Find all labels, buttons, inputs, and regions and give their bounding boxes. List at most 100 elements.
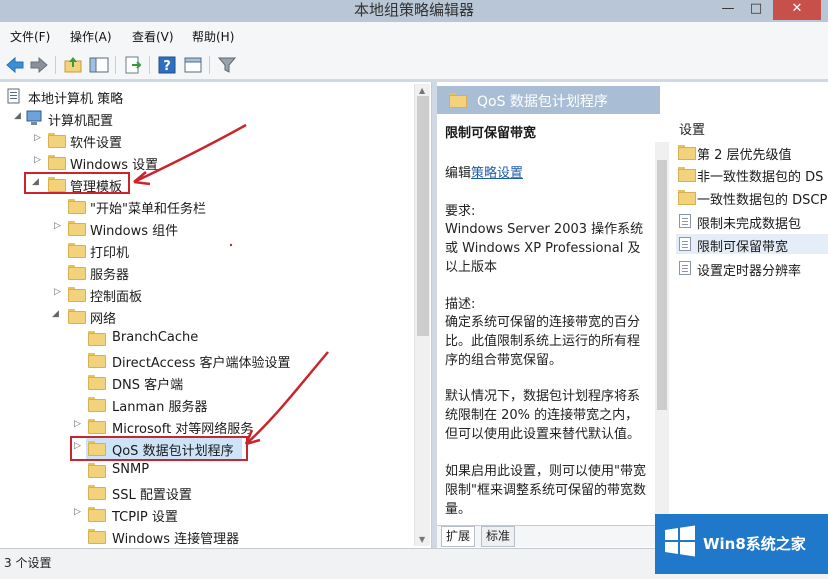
setting-item-label: 设置定时器分辨率 bbox=[697, 264, 802, 278]
expand-arrow-icon[interactable]: ▷ bbox=[34, 155, 44, 165]
setting-item[interactable]: 限制未完成数据包 bbox=[676, 211, 828, 231]
detail-header: QoS 数据包计划程序 bbox=[437, 86, 660, 114]
tree-node-label: 计算机配置 bbox=[48, 114, 114, 129]
setting-item-label: 限制可保留带宽 bbox=[697, 240, 789, 254]
tree-node-label: Microsoft 对等网络服务 bbox=[112, 422, 254, 437]
windows-logo-icon bbox=[665, 525, 695, 557]
tree-node-windows-settings[interactable]: ▷ Windows 设置 bbox=[4, 152, 304, 173]
requirements-text: 以上版本 bbox=[445, 260, 498, 275]
tree-node-branchcache[interactable]: BranchCache bbox=[4, 328, 334, 348]
description-text: 量。 bbox=[445, 502, 472, 517]
toolbar-separator bbox=[115, 56, 116, 74]
tree-node-label: Windows 设置 bbox=[70, 158, 159, 173]
maximize-button[interactable]: □ bbox=[743, 0, 769, 20]
tree-node-label: 服务器 bbox=[90, 268, 130, 283]
tree-node-snmp[interactable]: SNMP bbox=[4, 460, 334, 480]
up-folder-icon[interactable] bbox=[63, 55, 83, 75]
policy-icon bbox=[679, 237, 691, 251]
menu-action[interactable]: 操作(A) bbox=[70, 28, 112, 45]
tree-node-lanman-server[interactable]: Lanman 服务器 bbox=[4, 394, 334, 415]
folder-icon bbox=[88, 353, 106, 368]
tree-node-computer-config[interactable]: ◢ 计算机配置 bbox=[4, 108, 304, 129]
expand-arrow-icon[interactable]: ▷ bbox=[54, 221, 64, 231]
computer-icon bbox=[26, 110, 42, 125]
menu-view[interactable]: 查看(V) bbox=[132, 28, 174, 45]
tree-node-label: DNS 客户端 bbox=[112, 378, 184, 393]
setting-title: 限制可保留带宽 bbox=[445, 126, 537, 141]
expand-arrow-icon[interactable]: ▷ bbox=[54, 287, 64, 297]
tree-node-ssl[interactable]: SSL 配置设置 bbox=[4, 482, 334, 503]
setting-item-label: 限制未完成数据包 bbox=[697, 217, 802, 231]
tree-node-network[interactable]: ◢ 网络 bbox=[4, 306, 304, 327]
tree-node-printers[interactable]: 打印机 bbox=[4, 240, 304, 261]
folder-icon bbox=[88, 419, 106, 434]
export-list-icon[interactable] bbox=[123, 55, 143, 75]
tree-node-tcpip[interactable]: ▷ TCPIP 设置 bbox=[4, 504, 334, 525]
annotation-highlight-box bbox=[70, 436, 248, 461]
minimize-button[interactable]: — bbox=[715, 0, 741, 20]
tree-node-start-menu[interactable]: "开始"菜单和任务栏 bbox=[4, 196, 304, 217]
tree-node-root[interactable]: 本地计算机 策略 bbox=[4, 86, 304, 107]
menu-help[interactable]: 帮助(H) bbox=[192, 28, 234, 45]
expand-arrow-icon[interactable]: ▷ bbox=[34, 133, 44, 143]
tab-extended[interactable]: 扩展 bbox=[441, 526, 476, 547]
close-button[interactable]: ✕ bbox=[773, 0, 821, 20]
folder-icon bbox=[88, 485, 106, 500]
scroll-thumb[interactable] bbox=[417, 96, 429, 336]
expand-arrow-icon[interactable]: ▷ bbox=[74, 507, 84, 517]
collapse-arrow-icon[interactable]: ◢ bbox=[14, 111, 24, 121]
tree-node-windows-components[interactable]: ▷ Windows 组件 bbox=[4, 218, 304, 239]
status-text: 3 个设置 bbox=[4, 556, 52, 570]
folder-icon bbox=[68, 287, 86, 302]
expand-arrow-icon[interactable]: ▷ bbox=[74, 419, 84, 429]
description-text: 序的组合带宽保留。 bbox=[445, 353, 563, 368]
folder-icon bbox=[678, 190, 696, 205]
setting-item-label: 一致性数据包的 DSCP bbox=[697, 193, 828, 207]
svg-text:?: ? bbox=[163, 59, 171, 74]
forward-arrow-icon[interactable] bbox=[29, 55, 49, 75]
tab-standard[interactable]: 标准 bbox=[481, 526, 516, 547]
folder-icon bbox=[678, 145, 696, 160]
filter-icon[interactable] bbox=[217, 55, 237, 75]
tree-node-label: 网络 bbox=[90, 312, 117, 327]
setting-item[interactable]: 设置定时器分辨率 bbox=[676, 258, 828, 278]
tree-node-dns-client[interactable]: DNS 客户端 bbox=[4, 372, 334, 393]
properties-icon[interactable] bbox=[183, 55, 203, 75]
tree-node-directaccess[interactable]: DirectAccess 客户端体验设置 bbox=[4, 350, 334, 371]
toolbar-separator bbox=[55, 56, 56, 74]
tree-node-label: Windows 组件 bbox=[90, 224, 179, 239]
back-arrow-icon[interactable] bbox=[5, 55, 25, 75]
tree-node-label: TCPIP 设置 bbox=[112, 510, 178, 525]
setting-item[interactable]: 非一致性数据包的 DS bbox=[676, 164, 828, 184]
show-hide-tree-icon[interactable] bbox=[89, 55, 109, 75]
collapse-arrow-icon[interactable]: ◢ bbox=[52, 309, 62, 319]
edit-line: 编辑策略设置 bbox=[445, 162, 523, 181]
edit-policy-link[interactable]: 策略设置 bbox=[471, 166, 523, 181]
tree-scrollbar[interactable]: ▲ ▼ bbox=[414, 84, 430, 546]
tree-node-label: 控制面板 bbox=[90, 290, 143, 305]
tree-node-software-settings[interactable]: ▷ 软件设置 bbox=[4, 130, 304, 151]
tree-node-control-panel[interactable]: ▷ 控制面板 bbox=[4, 284, 304, 305]
tree-node-windows-conn[interactable]: Windows 连接管理器 bbox=[4, 526, 334, 547]
help-icon[interactable]: ? bbox=[157, 55, 177, 75]
detail-header-title: QoS 数据包计划程序 bbox=[477, 94, 608, 110]
detail-scrollbar[interactable] bbox=[655, 142, 669, 522]
menu-file[interactable]: 文件(F) bbox=[10, 28, 50, 45]
scroll-down-arrow-icon[interactable]: ▼ bbox=[419, 535, 425, 544]
setting-item-selected[interactable]: 限制可保留带宽 bbox=[676, 234, 828, 254]
edit-prefix: 编辑 bbox=[445, 166, 472, 181]
folder-icon bbox=[68, 199, 86, 214]
title-bar: 本地组策略编辑器 — □ ✕ bbox=[0, 0, 828, 22]
tree-node-ms-p2p[interactable]: ▷ Microsoft 对等网络服务 bbox=[4, 416, 334, 437]
scroll-thumb[interactable] bbox=[657, 160, 667, 410]
scroll-up-arrow-icon[interactable]: ▲ bbox=[419, 86, 425, 95]
folder-icon bbox=[88, 397, 106, 412]
settings-column-header[interactable]: 设置 bbox=[679, 119, 705, 138]
policy-icon bbox=[679, 261, 691, 275]
tree-node-server[interactable]: 服务器 bbox=[4, 262, 304, 283]
folder-icon bbox=[449, 93, 467, 108]
setting-item[interactable]: 第 2 层优先级值 bbox=[676, 142, 828, 162]
setting-item[interactable]: 一致性数据包的 DSCP bbox=[676, 187, 828, 207]
menu-bar: 文件(F) 操作(A) 查看(V) 帮助(H) bbox=[0, 22, 828, 50]
watermark: Win8系统之家 bbox=[655, 514, 828, 574]
